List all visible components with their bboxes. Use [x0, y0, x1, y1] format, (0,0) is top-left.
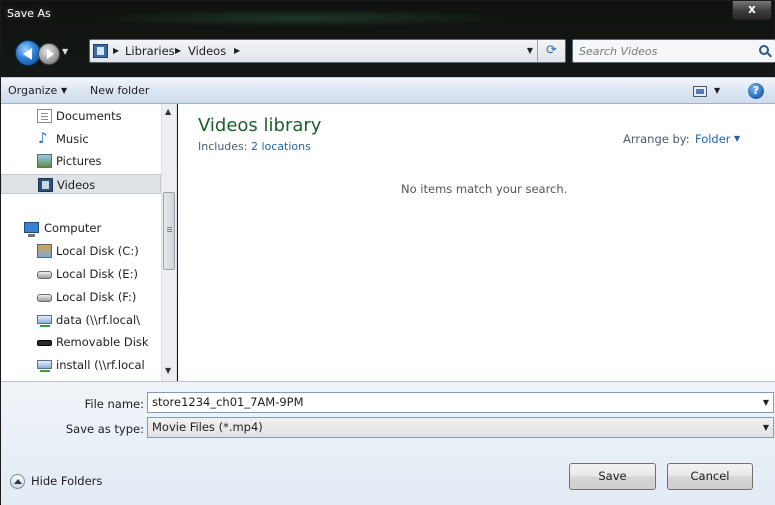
search-icon[interactable] [759, 45, 769, 55]
command-toolbar: Organize ▼ New folder ▼ ? [1, 77, 775, 104]
address-bar[interactable]: ▶ Libraries ▶ Videos ▶ ▼ ⟳ [89, 39, 566, 63]
sidebar-item-documents[interactable]: Documents [1, 106, 161, 126]
breadcrumb-arrow-icon[interactable]: ▶ [113, 44, 119, 58]
sidebar-item-removable-disk[interactable]: Removable Disk [1, 332, 161, 352]
save-as-type-value: Movie Files (*.mp4) [152, 420, 263, 434]
sidebar-item-label: install (\\rf.local [56, 358, 145, 372]
network-drive-icon [37, 360, 52, 372]
new-folder-button[interactable]: New folder [90, 84, 149, 97]
sidebar-item-data-network[interactable]: data (\\rf.local\ [1, 310, 161, 330]
cancel-button[interactable]: Cancel [667, 463, 753, 490]
save-as-type-select[interactable]: Movie Files (*.mp4) ▼ [147, 417, 774, 438]
search-input[interactable] [579, 43, 749, 59]
close-button[interactable]: x [732, 1, 772, 20]
sidebar-item-local-disk-c[interactable]: Local Disk (C:) [1, 241, 161, 261]
library-title: Videos library [198, 115, 322, 136]
sidebar-item-label: Computer [44, 221, 102, 235]
pictures-icon [37, 154, 52, 168]
videos-icon [38, 178, 53, 192]
file-name-field[interactable]: ▼ [147, 392, 774, 413]
scrollbar-grip-icon [167, 227, 172, 228]
address-dropdown-icon[interactable]: ▼ [527, 46, 533, 55]
window-title: Save As [7, 7, 51, 20]
sidebar-item-local-disk-f[interactable]: Local Disk (F:) [1, 287, 161, 307]
title-bar: Save As x [1, 1, 775, 31]
file-name-dropdown-icon[interactable]: ▼ [763, 398, 769, 407]
sidebar-item-label: Pictures [56, 154, 102, 168]
save-options-panel: File name: ▼ Save as type: Movie Files (… [1, 381, 775, 505]
network-drive-icon [37, 315, 52, 327]
removable-disk-icon [37, 340, 52, 346]
navigation-scrollbar[interactable]: ▲ ▼ [161, 104, 176, 381]
file-list-pane[interactable]: Videos library Includes: 2 locations Arr… [178, 104, 775, 381]
organize-chevron-icon[interactable]: ▼ [61, 86, 67, 95]
view-options-chevron-icon[interactable]: ▼ [714, 86, 720, 95]
refresh-button[interactable]: ⟳ [537, 40, 565, 62]
hide-folders-icon[interactable] [10, 474, 25, 489]
close-icon: x [748, 2, 756, 16]
file-name-input[interactable] [152, 395, 742, 409]
breadcrumb-arrow-icon[interactable]: ▶ [234, 44, 240, 58]
hide-folders-button[interactable]: Hide Folders [31, 474, 102, 488]
forward-button[interactable] [38, 43, 60, 65]
file-name-label: File name: [84, 397, 144, 411]
sidebar-item-music[interactable]: Music [1, 129, 161, 149]
arrange-by-chevron-icon[interactable]: ▼ [734, 134, 740, 143]
library-includes: Includes: 2 locations [198, 140, 311, 153]
navigation-pane: Documents Music Pictures Videos Computer… [1, 104, 177, 381]
scroll-down-arrow-icon[interactable]: ▼ [165, 366, 171, 375]
change-view-icon[interactable] [693, 86, 707, 97]
search-box[interactable] [572, 39, 775, 63]
organize-button[interactable]: Organize [8, 84, 57, 97]
computer-icon [24, 222, 39, 237]
empty-results-message: No items match your search. [401, 182, 568, 196]
sidebar-item-label: Local Disk (C:) [56, 244, 139, 258]
sidebar-item-label: data (\\rf.local\ [56, 313, 141, 327]
drive-icon [37, 271, 52, 279]
sidebar-item-label: Local Disk (E:) [56, 267, 138, 281]
save-as-type-dropdown-icon[interactable]: ▼ [763, 423, 769, 432]
sidebar-item-pictures[interactable]: Pictures [1, 151, 161, 171]
navigation-bar: ▼ ▶ Libraries ▶ Videos ▶ ▼ ⟳ [1, 31, 775, 77]
sidebar-item-local-disk-e[interactable]: Local Disk (E:) [1, 264, 161, 284]
drive-icon [37, 294, 52, 302]
save-button[interactable]: Save [569, 463, 656, 490]
save-as-dialog: Save As x ▼ ▶ Libraries ▶ Videos ▶ ▼ ⟳ O… [0, 0, 775, 505]
breadcrumb-libraries[interactable]: Libraries [125, 44, 175, 58]
sidebar-item-label: Videos [57, 178, 96, 192]
sidebar-item-label: Music [56, 132, 89, 146]
videos-folder-icon [93, 44, 108, 58]
music-icon [37, 129, 52, 147]
save-as-type-label: Save as type: [65, 422, 144, 436]
drive-c-icon [37, 244, 52, 258]
sidebar-item-install-network[interactable]: install (\\rf.local [1, 355, 161, 375]
scrollbar-thumb[interactable] [163, 192, 175, 270]
arrange-by-label: Arrange by: [623, 132, 690, 146]
scroll-up-arrow-icon[interactable]: ▲ [165, 107, 171, 116]
title-bar-glow [91, 9, 511, 27]
breadcrumb-arrow-icon[interactable]: ▶ [175, 44, 181, 58]
includes-label: Includes: [198, 140, 248, 153]
breadcrumb-videos[interactable]: Videos [188, 44, 226, 58]
help-icon[interactable]: ? [748, 83, 764, 99]
locations-link[interactable]: 2 locations [251, 140, 311, 153]
sidebar-item-label: Local Disk (F:) [56, 290, 137, 304]
sidebar-item-computer[interactable]: Computer [1, 218, 161, 238]
documents-icon [37, 109, 52, 123]
sidebar-item-videos[interactable]: Videos [1, 174, 161, 194]
refresh-icon: ⟳ [546, 43, 557, 58]
arrange-by-dropdown[interactable]: Folder [695, 132, 731, 146]
recent-pages-chevron-icon[interactable]: ▼ [62, 47, 68, 56]
sidebar-item-label: Documents [56, 109, 122, 123]
sidebar-item-label: Removable Disk [56, 335, 149, 349]
